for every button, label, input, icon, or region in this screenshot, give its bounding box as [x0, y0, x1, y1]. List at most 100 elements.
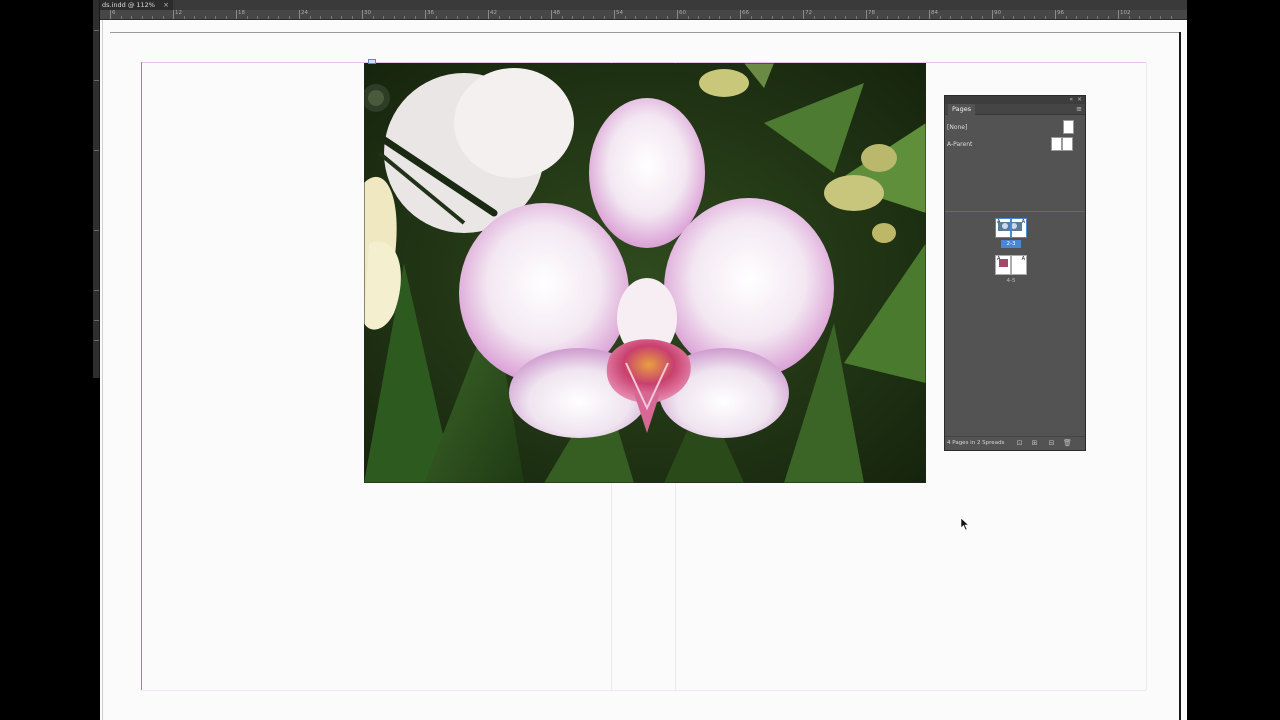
ruler-minor-tick — [656, 16, 657, 19]
ruler-minor-tick — [761, 16, 762, 19]
ruler-minor-tick — [320, 16, 321, 19]
ruler-label: 66 — [742, 10, 749, 16]
ruler-minor-tick — [372, 16, 374, 19]
edit-page-size-icon[interactable]: ⊡ — [1015, 439, 1024, 448]
ruler-minor-tick — [981, 16, 983, 19]
window-background — [1187, 0, 1280, 720]
ruler-minor-tick — [1065, 16, 1067, 19]
tab-pages[interactable]: Pages — [948, 104, 976, 115]
panel-menu-icon[interactable]: ≡ — [1076, 105, 1082, 114]
ruler-minor-tick — [855, 16, 857, 19]
delete-page-icon[interactable]: 🗑 — [1063, 439, 1072, 448]
page-preview — [1012, 222, 1022, 231]
close-icon[interactable]: × — [163, 1, 169, 9]
tool-divider — [94, 80, 99, 81]
ruler-minor-tick — [456, 16, 458, 19]
ruler-minor-tick — [498, 16, 500, 19]
page-preview — [998, 222, 1010, 231]
ruler-label: 30 — [364, 10, 371, 16]
ruler-minor-tick — [467, 16, 468, 19]
ruler-minor-tick — [141, 16, 143, 19]
ruler-minor-tick — [225, 16, 227, 19]
ruler-minor-tick — [750, 16, 752, 19]
parent-label: A-Parent — [947, 141, 973, 148]
spread-label: 2-3 — [1001, 240, 1021, 248]
page-thumbnail[interactable]: A — [995, 218, 1011, 238]
indesign-window: ds.indd @ 112% × 6 12 18 24 30 36 42 48 54 60 66 72… — [0, 0, 1280, 720]
parent-label: [None] — [947, 124, 968, 131]
tools-panel[interactable] — [93, 0, 100, 378]
ruler-label: 48 — [553, 10, 560, 16]
parent-item-a[interactable]: A-Parent — [947, 137, 1083, 153]
ruler-minor-tick — [876, 16, 878, 19]
ruler-minor-tick — [719, 16, 720, 19]
ruler-label: 54 — [616, 10, 623, 16]
ruler-minor-tick — [1076, 16, 1077, 19]
ruler-minor-tick — [278, 16, 279, 19]
ruler-minor-tick — [204, 16, 206, 19]
document-tab-bar: ds.indd @ 112% × — [93, 0, 1187, 10]
pages-panel[interactable]: « × Pages ≡ [None] A-Parent A 2-3 A A 4-… — [944, 95, 1086, 451]
ruler-minor-tick — [1097, 16, 1098, 19]
close-icon[interactable]: × — [1077, 96, 1082, 104]
collapse-icon[interactable]: « — [1069, 96, 1073, 104]
mouse-pointer-icon — [960, 517, 970, 531]
margin-guide-bottom — [142, 690, 1146, 691]
ruler-minor-tick — [330, 16, 332, 19]
page-parent-letter: A — [1021, 256, 1025, 262]
ruler-minor-tick — [1107, 16, 1109, 19]
ruler-minor-tick — [414, 16, 416, 19]
parent-thumbnail — [1063, 120, 1074, 134]
panel-title-bar[interactable]: « × — [945, 96, 1085, 104]
ruler-minor-tick — [351, 16, 353, 19]
ruler-minor-tick — [908, 16, 909, 19]
tool-divider — [94, 340, 99, 341]
page-thumbnail[interactable]: A — [995, 255, 1011, 275]
page-thumbnail[interactable]: A — [1011, 218, 1027, 238]
frame-link-badge[interactable] — [368, 59, 376, 64]
ruler-minor-tick — [1013, 16, 1014, 19]
spread-top-edge — [110, 32, 1179, 33]
tool-divider — [94, 320, 99, 321]
ruler-minor-tick — [1160, 16, 1161, 19]
panel-tab-row: Pages ≡ — [945, 104, 1085, 115]
ruler-label: 60 — [679, 10, 686, 16]
ruler-minor-tick — [813, 16, 815, 19]
page-thumbnail[interactable]: A — [1011, 255, 1027, 275]
orchid-image-frame[interactable] — [364, 63, 926, 483]
parent-item-none[interactable]: [None] — [947, 120, 1083, 136]
horizontal-ruler[interactable]: 6 12 18 24 30 36 42 48 54 60 66 72 78 84 90 96 102 — [100, 10, 1187, 20]
ruler-minor-tick — [509, 16, 510, 19]
tool-divider — [94, 290, 99, 291]
document-tab[interactable]: ds.indd @ 112% × — [98, 0, 173, 10]
new-page-icon[interactable]: ⊞ — [1030, 439, 1039, 448]
ruler-minor-tick — [383, 16, 384, 19]
ruler-minor-tick — [341, 16, 342, 19]
ruler-minor-tick — [194, 16, 195, 19]
ruler-minor-tick — [1149, 16, 1151, 19]
ruler-minor-tick — [120, 16, 122, 19]
ruler-minor-tick — [404, 16, 405, 19]
margin-guide-left — [141, 62, 142, 690]
ruler-minor-tick — [1002, 16, 1004, 19]
new-page-icon[interactable]: ⊟ — [1047, 439, 1056, 448]
ruler-minor-tick — [561, 16, 563, 19]
ruler-minor-tick — [215, 16, 216, 19]
ruler-minor-tick — [845, 16, 846, 19]
ruler-minor-tick — [603, 16, 605, 19]
page-count-status: 4 Pages in 2 Spreads — [947, 440, 1005, 446]
ruler-label: 84 — [931, 10, 938, 16]
ruler-minor-tick — [729, 16, 731, 19]
ruler-minor-tick — [246, 16, 248, 19]
ruler-minor-tick — [666, 16, 668, 19]
ruler-minor-tick — [1128, 16, 1130, 19]
document-tab-title: ds.indd @ 112% — [102, 1, 155, 9]
ruler-minor-tick — [971, 16, 972, 19]
ruler-label: 24 — [301, 10, 308, 16]
panel-section-divider[interactable] — [945, 211, 1085, 212]
ruler-minor-tick — [477, 16, 479, 19]
tool-divider — [94, 30, 99, 31]
ruler-minor-tick — [887, 16, 888, 19]
ruler-label: 36 — [427, 10, 434, 16]
ruler-minor-tick — [582, 16, 584, 19]
